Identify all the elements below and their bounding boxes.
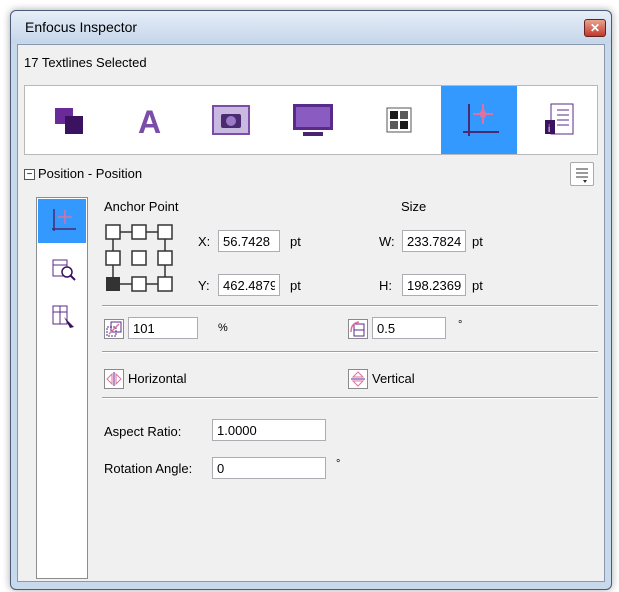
menu-icon xyxy=(576,168,588,183)
aspect-ratio-input[interactable] xyxy=(212,419,326,441)
h-label: H: xyxy=(379,278,392,293)
tab-object-arrange[interactable] xyxy=(31,86,107,154)
tab-document[interactable]: i xyxy=(521,86,597,154)
subcategory-tabs xyxy=(36,197,88,579)
monitor-icon xyxy=(293,104,333,136)
anchor-point-label: Anchor Point xyxy=(104,199,179,214)
rotate-button[interactable] xyxy=(348,319,368,339)
aspect-ratio-label: Aspect Ratio: xyxy=(104,424,182,439)
divider xyxy=(102,397,598,399)
tab-text[interactable]: A xyxy=(111,86,187,154)
divider xyxy=(102,305,598,307)
tab-image[interactable] xyxy=(191,86,267,154)
text-icon: A xyxy=(138,104,161,138)
flip-horizontal-label[interactable]: Horizontal xyxy=(128,371,187,386)
inspector-window: Enfocus Inspector ✕ 17 Textlines Selecte… xyxy=(10,10,612,590)
scale-button[interactable] xyxy=(104,319,124,339)
tab-display[interactable] xyxy=(271,86,347,154)
flip-horizontal-button[interactable] xyxy=(104,369,124,389)
flip-vertical-button[interactable] xyxy=(348,369,368,389)
svg-text:i: i xyxy=(548,124,550,135)
svg-text:A: A xyxy=(138,104,161,138)
window-title: Enfocus Inspector xyxy=(25,19,138,35)
title-bar[interactable]: Enfocus Inspector ✕ xyxy=(11,11,611,43)
rotation-angle-unit: ° xyxy=(336,458,341,470)
close-button[interactable]: ✕ xyxy=(584,19,606,37)
rotation-angle-input[interactable] xyxy=(212,457,326,479)
scale-input[interactable] xyxy=(128,317,198,339)
h-input[interactable] xyxy=(402,274,466,296)
panel-title: Position - Position xyxy=(38,166,143,181)
h-unit: pt xyxy=(472,278,483,293)
color-swatch-icon xyxy=(386,107,412,133)
w-label: W: xyxy=(379,234,395,249)
rotation-angle-label: Rotation Angle: xyxy=(104,461,193,476)
position-axes-icon xyxy=(52,209,76,231)
category-toolbar: A i xyxy=(24,85,598,155)
rotate-icon xyxy=(350,321,365,337)
document-properties-icon: i xyxy=(545,103,574,135)
transform-edit-icon xyxy=(52,305,74,328)
object-arrange-icon xyxy=(55,108,83,134)
panel-menu-button[interactable] xyxy=(570,162,594,186)
y-unit: pt xyxy=(290,278,301,293)
w-unit: pt xyxy=(472,234,483,249)
position-axes-icon xyxy=(463,104,499,136)
flip-vertical-icon xyxy=(351,371,365,387)
anchor-point-grid[interactable] xyxy=(104,223,174,293)
flip-horizontal-icon xyxy=(106,372,122,386)
subtab-bounds[interactable] xyxy=(38,247,86,291)
w-input[interactable] xyxy=(402,230,466,252)
scale-icon xyxy=(106,321,122,337)
camera-icon xyxy=(212,105,250,135)
x-input[interactable] xyxy=(218,230,280,252)
subtab-position[interactable] xyxy=(38,199,86,243)
bounds-magnify-icon xyxy=(52,259,76,281)
rotate-unit: ° xyxy=(458,319,463,331)
divider xyxy=(102,351,598,353)
inspector-content: 17 Textlines Selected A i − Position - P… xyxy=(17,44,605,582)
tab-color[interactable] xyxy=(361,86,437,154)
flip-vertical-label[interactable]: Vertical xyxy=(372,371,415,386)
tab-position[interactable] xyxy=(441,86,517,154)
subtab-transform[interactable] xyxy=(38,295,86,339)
collapse-toggle[interactable]: − xyxy=(24,169,35,180)
y-input[interactable] xyxy=(218,274,280,296)
scale-unit: % xyxy=(218,322,228,334)
y-label: Y: xyxy=(198,278,210,293)
panel-header: − Position - Position xyxy=(24,162,594,190)
size-label: Size xyxy=(401,199,427,214)
rotate-input[interactable] xyxy=(372,317,446,339)
x-unit: pt xyxy=(290,234,301,249)
selection-info: 17 Textlines Selected xyxy=(24,55,147,70)
x-label: X: xyxy=(198,234,211,249)
